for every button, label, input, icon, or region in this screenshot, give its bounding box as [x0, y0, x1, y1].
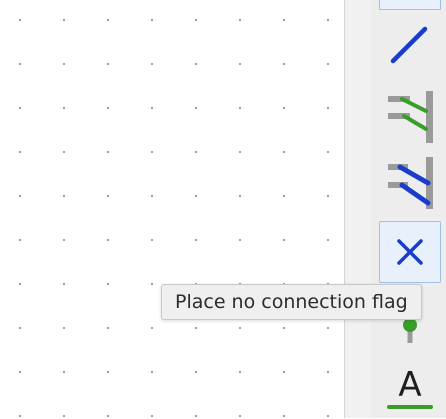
no-connect-flag-icon — [390, 232, 430, 272]
tooltip: Place no connection flag — [161, 284, 422, 320]
wire-entry-icon — [382, 153, 438, 213]
schematic-canvas[interactable] — [0, 0, 344, 418]
tooltip-text: Place no connection flag — [175, 291, 408, 313]
text-icon-glyph: A — [398, 365, 421, 405]
text-icon: A — [385, 360, 435, 416]
place-no-connect-flag-button[interactable] — [379, 221, 441, 283]
top-tool-button[interactable] — [379, 0, 441, 10]
add-text-button[interactable]: A — [379, 357, 441, 419]
add-wire-to-bus-entry-button[interactable] — [379, 152, 441, 214]
add-bus-entry-button[interactable] — [379, 86, 441, 148]
wire-icon — [385, 20, 435, 70]
add-wire-button[interactable] — [379, 14, 441, 76]
bus-entry-icon — [382, 87, 438, 147]
